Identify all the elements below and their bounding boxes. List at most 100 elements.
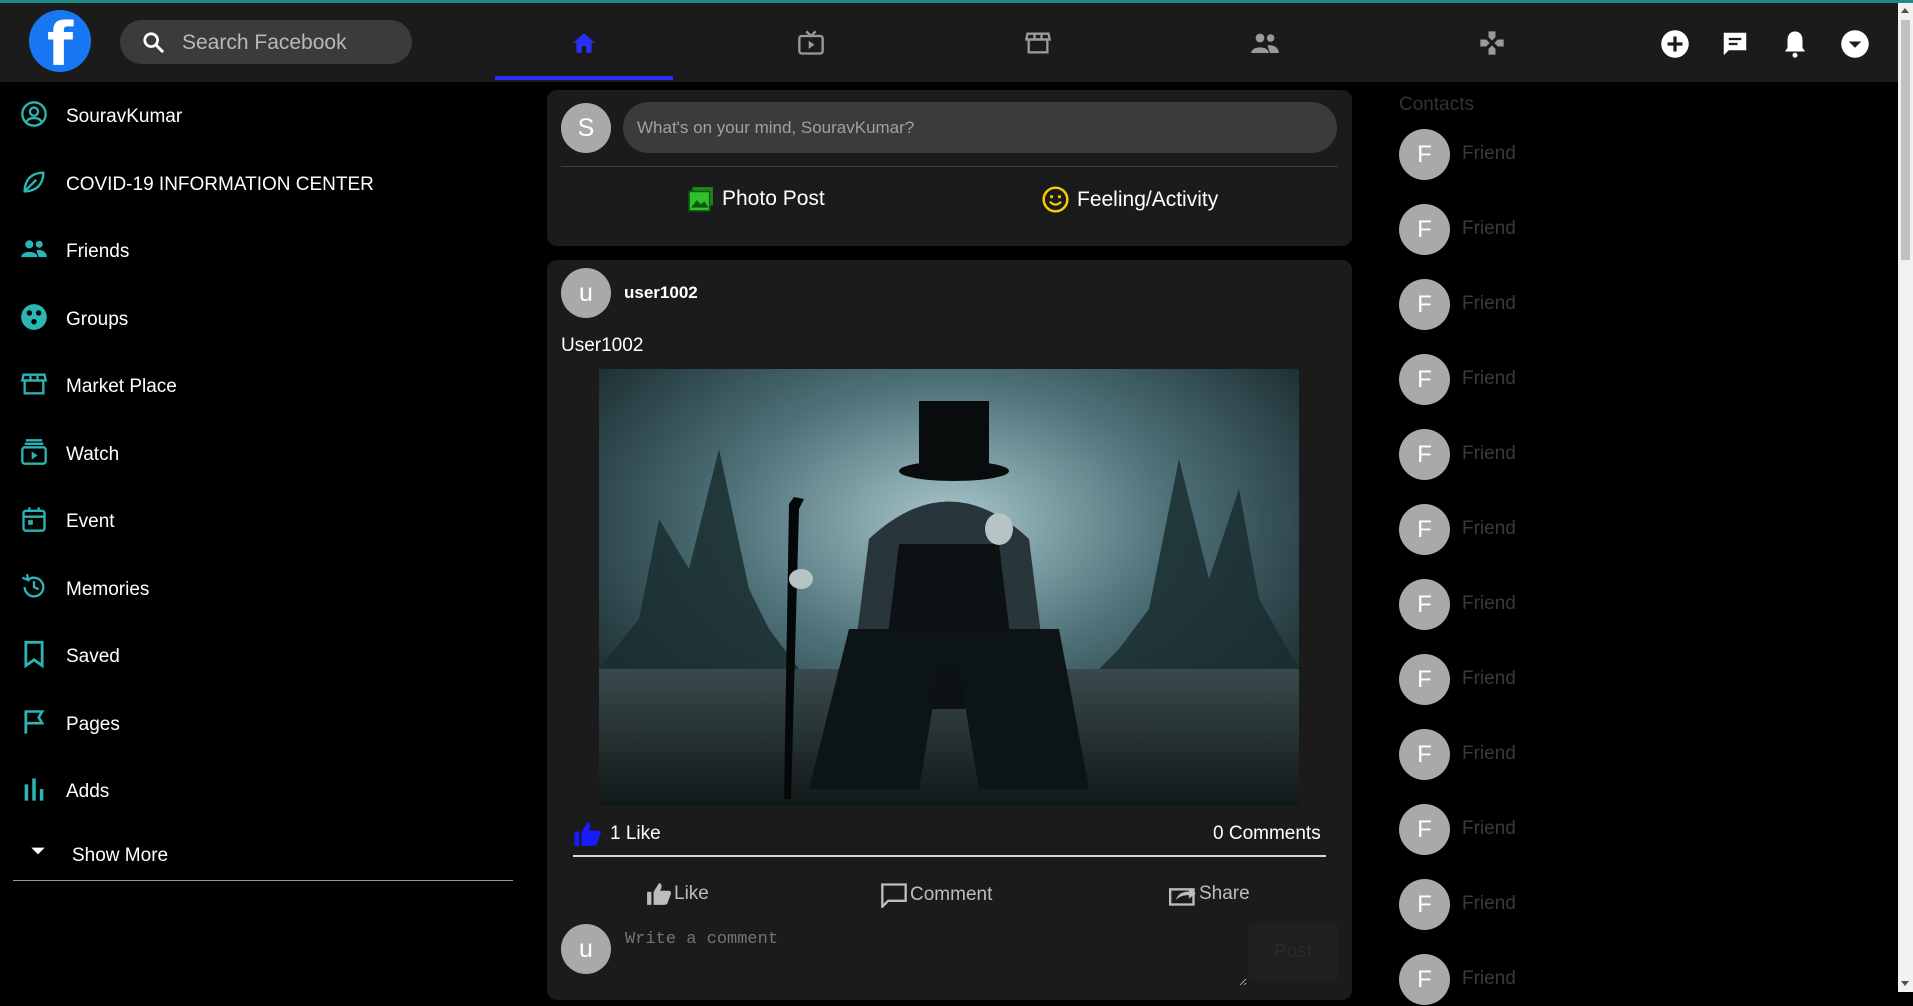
contact-item[interactable]: F Friend: [1399, 204, 1659, 256]
avatar: F: [1399, 504, 1450, 555]
avatar[interactable]: S: [561, 103, 611, 153]
tab-watch[interactable]: [722, 6, 900, 80]
leaf-icon: [23, 171, 45, 193]
sidebar-item-covid[interactable]: COVID-19 INFORMATION CENTER: [0, 164, 500, 204]
tab-gaming[interactable]: [1403, 6, 1581, 80]
scrollbar-thumb[interactable]: [1901, 20, 1910, 260]
search-icon: [143, 32, 164, 53]
sidebar-item-pages[interactable]: Pages: [0, 704, 500, 744]
feeling-activity-label: Feeling/Activity: [1077, 187, 1219, 211]
comment-input[interactable]: [623, 928, 1247, 986]
sidebar-item-groups[interactable]: Groups: [0, 299, 500, 339]
avatar-letter: F: [1417, 740, 1432, 768]
like-button-label: Like: [674, 883, 709, 904]
search-input[interactable]: [180, 20, 404, 66]
avatar: F: [1399, 804, 1450, 855]
sidebar-item-label: Event: [66, 511, 115, 532]
sidebar-item-label: Pages: [66, 714, 120, 735]
tab-home[interactable]: [495, 6, 673, 80]
top-navbar: f: [0, 3, 1898, 82]
contact-item[interactable]: F Friend: [1399, 729, 1659, 781]
status-input[interactable]: [623, 102, 1337, 153]
search-box[interactable]: [120, 20, 412, 66]
page-scrollbar[interactable]: [1898, 3, 1913, 992]
avatar-letter: S: [577, 113, 595, 142]
avatar-letter: F: [1417, 140, 1432, 168]
avatar-letter: F: [1417, 965, 1432, 993]
messenger-icon[interactable]: [1720, 29, 1750, 59]
post-username[interactable]: user1002: [624, 283, 698, 303]
sidebar-item-event[interactable]: Event: [0, 501, 500, 541]
avatar-letter: F: [1417, 890, 1432, 918]
contact-item[interactable]: F Friend: [1399, 579, 1659, 631]
like-button[interactable]: Like: [646, 882, 709, 906]
avatar[interactable]: u: [561, 924, 611, 974]
contact-item[interactable]: F Friend: [1399, 954, 1659, 1006]
photo-post-button[interactable]: Photo Post: [688, 186, 825, 212]
facebook-logo[interactable]: f: [29, 10, 91, 76]
scroll-down-arrow-icon[interactable]: [1901, 981, 1909, 986]
sidebar-item-watch[interactable]: Watch: [0, 434, 500, 474]
comment-button[interactable]: Comment: [880, 882, 992, 908]
user-circle-icon: [21, 101, 47, 127]
feeling-activity-button[interactable]: Feeling/Activity: [1042, 186, 1218, 213]
logo-letter: f: [47, 10, 74, 80]
avatar: F: [1399, 879, 1450, 930]
history-icon: [21, 573, 45, 598]
avatar-letter: F: [1417, 440, 1432, 468]
contact-item[interactable]: F Friend: [1399, 504, 1659, 556]
avatar: F: [1399, 204, 1450, 255]
marketplace-icon: [1024, 32, 1052, 54]
comment-count[interactable]: 0 Comments: [1213, 823, 1321, 845]
contact-name: Friend: [1462, 968, 1516, 989]
gaming-icon: [1480, 31, 1504, 55]
contact-name: Friend: [1462, 143, 1516, 164]
video-icon: [21, 439, 47, 465]
post-comment-button[interactable]: Post: [1248, 922, 1338, 982]
sidebar-item-saved[interactable]: Saved: [0, 636, 500, 676]
contact-item[interactable]: F Friend: [1399, 654, 1659, 706]
avatar: F: [1399, 354, 1450, 405]
contact-item[interactable]: F Friend: [1399, 804, 1659, 856]
sidebar-item-friends[interactable]: Friends: [0, 231, 500, 271]
sidebar-item-label: Friends: [66, 241, 130, 262]
sidebar-item-marketplace[interactable]: Market Place: [0, 366, 500, 406]
show-more-label: Show More: [72, 845, 169, 866]
avatar-letter: u: [579, 278, 593, 307]
show-more-button[interactable]: Show More: [0, 835, 500, 875]
contact-item[interactable]: F Friend: [1399, 129, 1659, 181]
friends-icon: [21, 240, 47, 258]
avatar[interactable]: u: [561, 268, 611, 318]
bell-icon[interactable]: [1780, 29, 1810, 59]
post-stats-divider: [573, 855, 1326, 857]
thumbs-up-icon: [647, 883, 672, 905]
contact-item[interactable]: F Friend: [1399, 354, 1659, 406]
sidebar-item-adds[interactable]: Adds: [0, 771, 500, 811]
bookmark-icon: [24, 640, 44, 668]
post-image[interactable]: [599, 369, 1299, 805]
tab-marketplace[interactable]: [949, 6, 1127, 80]
groups-icon: [1251, 33, 1279, 53]
share-button[interactable]: Share: [1169, 882, 1250, 906]
like-count[interactable]: 1 Like: [610, 823, 661, 845]
contact-item[interactable]: F Friend: [1399, 429, 1659, 481]
plus-circle-icon[interactable]: [1660, 29, 1690, 59]
avatar: F: [1399, 429, 1450, 480]
sidebar-divider: [13, 880, 513, 881]
chevron-down-icon[interactable]: [1840, 29, 1870, 59]
avatar: F: [1399, 129, 1450, 180]
sidebar-item-memories[interactable]: Memories: [0, 569, 500, 609]
comment-icon: [881, 883, 907, 908]
groups-icon: [21, 304, 47, 330]
share-button-label: Share: [1199, 883, 1250, 904]
avatar: F: [1399, 729, 1450, 780]
avatar: F: [1399, 579, 1450, 630]
avatar-letter: u: [579, 934, 593, 963]
sidebar-item-label: Watch: [66, 444, 120, 465]
tab-groups[interactable]: [1176, 6, 1354, 80]
contact-item[interactable]: F Friend: [1399, 879, 1659, 931]
scroll-up-arrow-icon[interactable]: [1901, 8, 1909, 13]
sidebar-item-profile[interactable]: SouravKumar: [0, 96, 500, 136]
avatar-letter: F: [1417, 215, 1432, 243]
contact-item[interactable]: F Friend: [1399, 279, 1659, 331]
